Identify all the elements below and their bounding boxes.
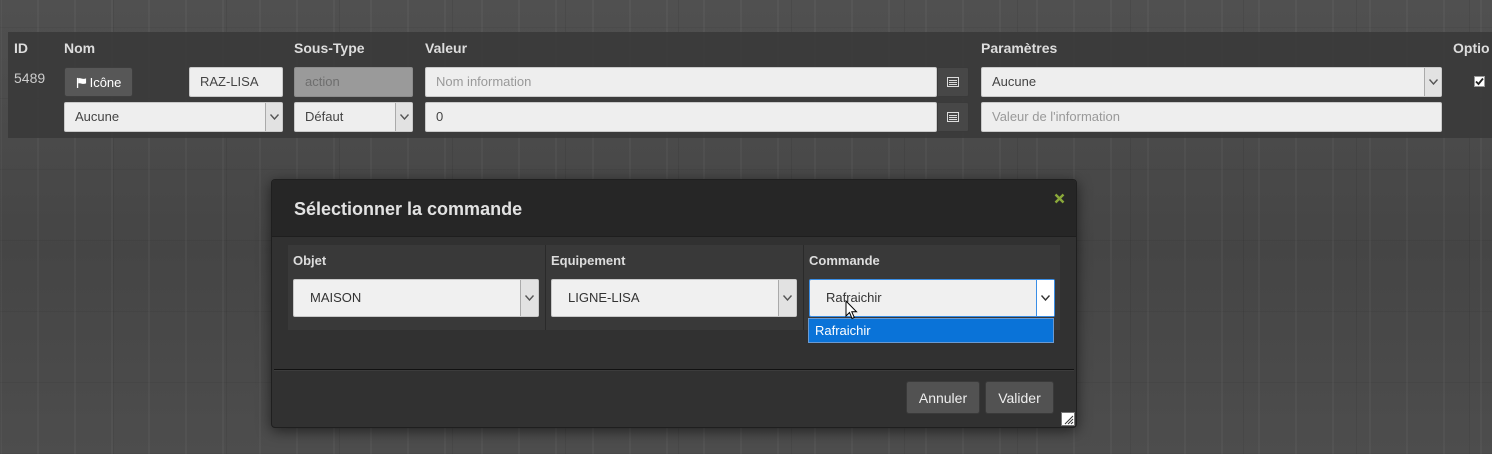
select-value-button[interactable] (937, 102, 969, 132)
column-header-equipement: Equipement (551, 253, 626, 268)
command-table: ID Nom Sous-Type Valeur Paramètres Optio… (8, 32, 1492, 138)
default-select-value: Défaut (305, 109, 344, 124)
icon-type-select-value: Aucune (75, 109, 120, 124)
info-value-input[interactable]: Valeur de l'information (981, 102, 1442, 132)
subtype-input: action (294, 67, 413, 97)
cancel-button[interactable]: Annuler (906, 381, 980, 414)
icon-type-select[interactable]: Aucune (64, 102, 283, 132)
commande-dropdown-option[interactable]: Rafraichir (808, 318, 1054, 343)
column-divider (803, 245, 804, 330)
parametres-select-value: Aucune (992, 74, 1037, 89)
modal-title: Sélectionner la commande (294, 199, 523, 219)
list-alt-icon (947, 77, 959, 87)
valeur-info-input[interactable]: Nom information (425, 67, 937, 97)
default-select[interactable]: Défaut (294, 102, 413, 132)
equipement-select-value: LIGNE-LISA (568, 290, 640, 305)
command-name-input[interactable]: RAZ-LISA (189, 67, 283, 97)
header-options: Optio (1453, 40, 1490, 56)
column-header-commande: Commande (809, 253, 880, 268)
column-header-objet: Objet (293, 253, 327, 268)
mouse-cursor-icon (845, 300, 858, 320)
option-checkbox[interactable] (1474, 76, 1485, 87)
chevron-down-icon (778, 280, 796, 316)
objet-select[interactable]: MAISON (293, 279, 539, 317)
icon-button[interactable]: Icône (64, 67, 133, 97)
chevron-down-icon (395, 103, 412, 131)
list-alt-icon (947, 112, 959, 122)
valeur-input[interactable]: 0 (425, 102, 937, 132)
flag-icon (76, 77, 86, 88)
parametres-select[interactable]: Aucune (981, 67, 1442, 97)
equipement-select[interactable]: LIGNE-LISA (551, 279, 797, 317)
validate-button[interactable]: Valider (985, 381, 1054, 414)
check-icon (1475, 77, 1484, 86)
objet-select-value: MAISON (310, 290, 362, 305)
command-id: 5489 (14, 70, 46, 86)
chevron-down-icon (520, 280, 538, 316)
chevron-down-icon (265, 103, 282, 131)
modal-divider (274, 369, 1074, 370)
select-command-modal: Sélectionner la commande Objet Equipemen… (271, 179, 1077, 428)
icon-button-label: Icône (89, 74, 122, 90)
column-divider (545, 245, 546, 330)
modal-header: Sélectionner la commande (272, 180, 1076, 237)
header-id: ID (14, 40, 28, 56)
chevron-down-icon (1424, 68, 1441, 96)
header-nom: Nom (64, 40, 96, 56)
header-valeur: Valeur (425, 40, 468, 56)
resize-handle-icon[interactable] (1061, 412, 1075, 426)
select-info-button[interactable] (937, 67, 969, 97)
chevron-down-icon (1036, 280, 1054, 316)
header-parametres: Paramètres (981, 40, 1058, 56)
header-sous-type: Sous-Type (294, 40, 365, 56)
close-icon[interactable] (1054, 193, 1065, 204)
